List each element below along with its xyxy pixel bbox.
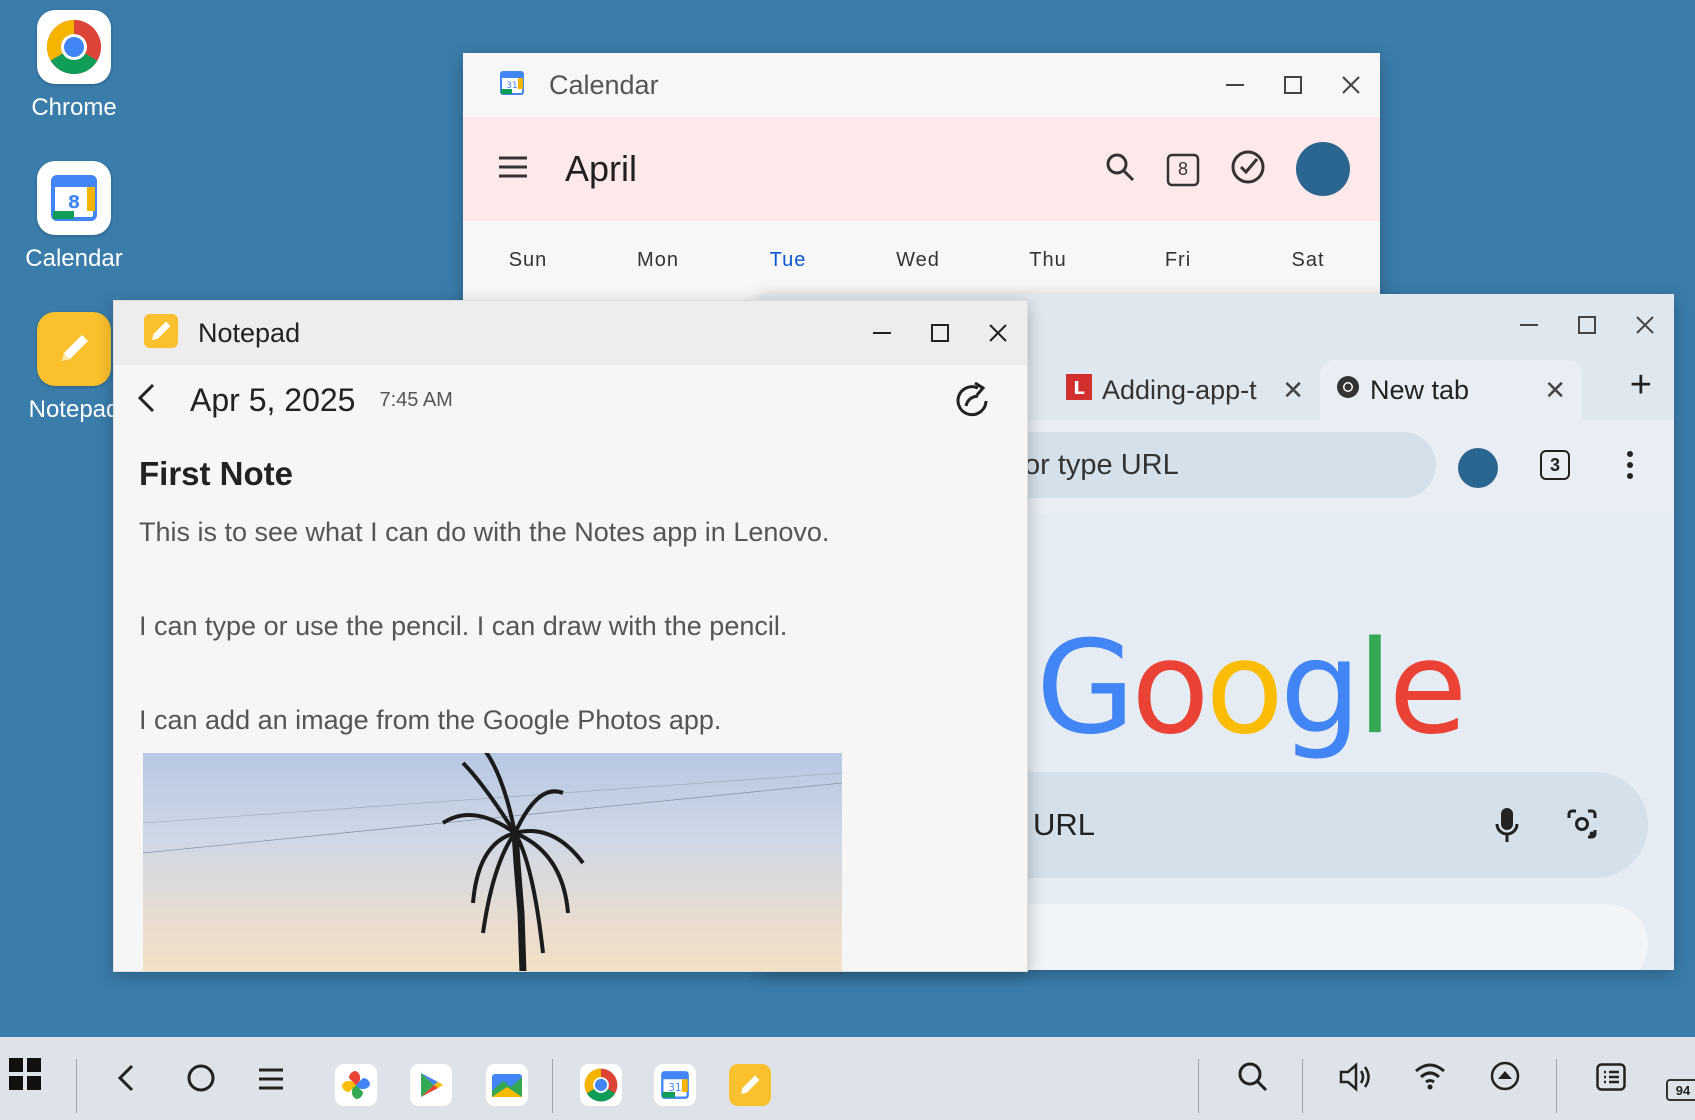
close-icon[interactable]: [1322, 65, 1380, 105]
notepad-titlebar[interactable]: Notepad: [114, 301, 1027, 365]
taskbar-divider: [552, 1059, 553, 1113]
taskbar-chrome-icon[interactable]: [580, 1064, 622, 1106]
desktop-icon-calendar[interactable]: 8 Calendar: [14, 161, 134, 273]
nav-home-icon[interactable]: [186, 1063, 216, 1093]
google-photos-icon[interactable]: [335, 1064, 377, 1106]
notepad-app-icon: [144, 313, 178, 353]
window-controls: [853, 313, 1027, 353]
svg-text:31: 31: [668, 1082, 681, 1094]
more-menu-icon[interactable]: [1626, 450, 1634, 485]
window-controls: [1500, 305, 1674, 345]
weekday-label: Fri: [1164, 249, 1192, 271]
svg-text:31: 31: [506, 81, 517, 91]
minimize-icon[interactable]: [1500, 305, 1558, 345]
weekday-header: Sun Mon Tue Wed Thu Fri Sat: [463, 221, 1380, 272]
weekday-label: Mon: [637, 249, 679, 271]
maximize-icon[interactable]: [1558, 305, 1616, 345]
share-rotate-icon[interactable]: [953, 381, 993, 426]
taskbar-notepad-icon[interactable]: [729, 1064, 771, 1106]
google-lens-icon[interactable]: [1566, 808, 1598, 845]
volume-icon[interactable]: [1338, 1061, 1374, 1093]
note-photo[interactable]: [143, 753, 842, 971]
calendar-app-bar: April 8: [463, 117, 1380, 221]
weekday-label: Sat: [1291, 249, 1325, 271]
window-controls: [1206, 65, 1380, 105]
weekday-label: Wed: [896, 249, 940, 271]
taskbar-search-icon[interactable]: [1237, 1061, 1269, 1093]
weekday-label: Thu: [1029, 249, 1067, 271]
window-title: Calendar: [549, 69, 659, 100]
weekday-label-today: Tue: [769, 249, 807, 271]
desktop-icon-chrome[interactable]: Chrome: [14, 10, 134, 122]
tab-title: Adding-app-t: [1102, 374, 1257, 405]
svg-text:8: 8: [68, 192, 81, 213]
close-icon[interactable]: [969, 313, 1027, 353]
note-date: Apr 5, 2025: [190, 381, 356, 418]
battery-indicator[interactable]: 94: [1666, 1079, 1695, 1101]
notepad-window: Notepad Apr 5, 2025 7:45 AM First Note T…: [113, 300, 1028, 972]
today-button[interactable]: 8: [1166, 151, 1200, 187]
close-icon[interactable]: [1616, 305, 1674, 345]
google-logo: Google: [1036, 614, 1467, 763]
minimize-icon[interactable]: [853, 313, 911, 353]
taskbar-divider: [1556, 1059, 1557, 1113]
note-header: Apr 5, 2025 7:45 AM: [114, 365, 1027, 435]
note-body[interactable]: This is to see what I can do with the No…: [139, 485, 1027, 767]
svg-text:L: L: [1073, 378, 1084, 399]
taskbar-divider: [1198, 1059, 1199, 1113]
microphone-icon[interactable]: [1494, 806, 1520, 849]
search-icon[interactable]: [1104, 151, 1136, 188]
tab-adding-app[interactable]: L Adding-app-t ✕: [1050, 360, 1320, 420]
window-title: Notepad: [198, 317, 301, 348]
chrome-icon: [37, 10, 111, 84]
note-time: 7:45 AM: [379, 388, 453, 411]
note-paragraph: This is to see what I can do with the No…: [139, 517, 830, 547]
tab-close-icon[interactable]: ✕: [1544, 375, 1566, 406]
calendar-titlebar[interactable]: 31 Calendar: [463, 53, 1380, 117]
chrome-favicon-icon: [1336, 375, 1360, 406]
profile-avatar[interactable]: [1458, 448, 1498, 488]
new-tab-plus-icon[interactable]: +: [1630, 364, 1652, 407]
note-paragraph: I can type or use the pencil. I can draw…: [139, 611, 788, 641]
menu-icon[interactable]: [497, 155, 529, 184]
weekday-label: Sun: [508, 249, 548, 271]
nav-back-icon[interactable]: [116, 1063, 136, 1093]
taskbar: 31 94: [0, 1037, 1695, 1120]
calendar-icon: 8: [37, 161, 111, 235]
tab-switcher-button[interactable]: 3: [1540, 450, 1570, 480]
notepad-icon: [37, 312, 111, 386]
cast-upload-icon[interactable]: [1489, 1060, 1521, 1092]
nav-recents-icon[interactable]: [258, 1067, 284, 1091]
tab-title: New tab: [1370, 374, 1470, 405]
start-grid-icon[interactable]: [8, 1057, 42, 1091]
play-store-icon[interactable]: [410, 1064, 452, 1106]
tab-close-icon[interactable]: ✕: [1282, 375, 1304, 406]
tab-new-tab[interactable]: New tab ✕: [1320, 360, 1582, 420]
maximize-icon[interactable]: [1264, 65, 1322, 105]
notifications-list-icon[interactable]: [1596, 1063, 1626, 1091]
search-placeholder: URL: [1033, 807, 1096, 842]
maximize-icon[interactable]: [911, 313, 969, 353]
taskbar-calendar-icon[interactable]: 31: [654, 1064, 696, 1106]
taskbar-divider: [1302, 1059, 1303, 1113]
tasks-check-icon[interactable]: [1230, 149, 1266, 190]
month-title[interactable]: April: [565, 148, 637, 190]
site-favicon-icon: L: [1066, 373, 1092, 407]
files-app-icon[interactable]: [486, 1064, 528, 1106]
desktop-icon-label: Chrome: [31, 94, 117, 121]
back-arrow-icon[interactable]: [136, 382, 156, 419]
minimize-icon[interactable]: [1206, 65, 1264, 105]
calendar-app-icon: 31: [499, 70, 525, 101]
today-date: 8: [1177, 159, 1188, 179]
desktop-icon-label: Calendar: [25, 245, 123, 272]
wifi-icon[interactable]: [1414, 1061, 1446, 1091]
taskbar-divider: [76, 1059, 77, 1113]
omnibox-placeholder: or type URL: [1024, 448, 1179, 481]
account-avatar[interactable]: [1296, 142, 1350, 196]
